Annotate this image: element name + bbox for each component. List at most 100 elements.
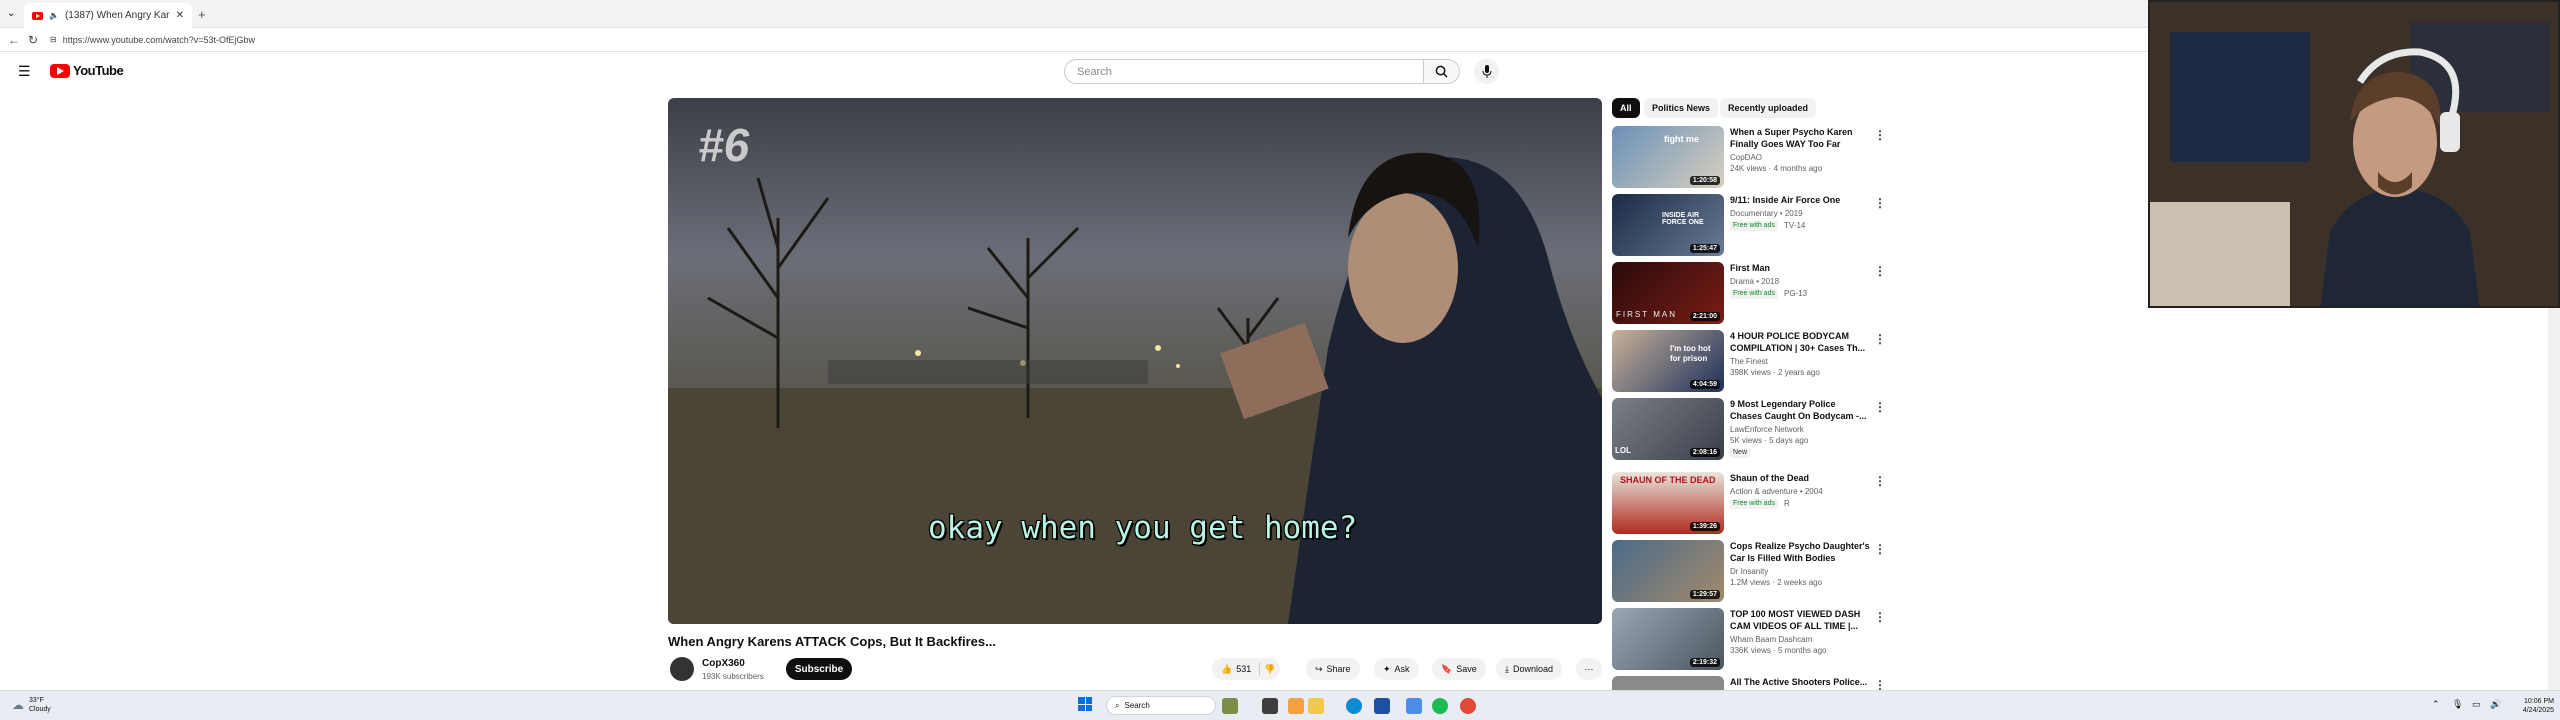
chrome-icon[interactable] bbox=[1460, 698, 1476, 714]
more-options-icon[interactable]: ⋮ bbox=[1874, 264, 1886, 278]
thumbnail-text: fight me bbox=[1664, 134, 1699, 144]
close-tab-icon[interactable]: ✕ bbox=[176, 10, 184, 21]
new-tab-icon[interactable]: + bbox=[198, 7, 206, 22]
youtube-logo[interactable]: YouTube bbox=[50, 63, 124, 78]
free-with-ads-badge: Free with ads bbox=[1730, 289, 1779, 299]
sparkle-icon: ✦ bbox=[1383, 663, 1391, 674]
video-overlay-rank: #6 bbox=[698, 119, 750, 171]
microphone-tray-icon[interactable]: 🎙 bbox=[2452, 699, 2463, 710]
address-bar-row: ← ↻ ⊟ https://www.youtube.com/watch?v=53… bbox=[0, 28, 2148, 52]
search-icon bbox=[1435, 65, 1448, 78]
browser-tab[interactable]: 🔈 (1387) When Angry Karens A ✕ bbox=[24, 3, 192, 28]
video-thumbnail[interactable]: I'm too hot for prison 4:04:59 bbox=[1612, 330, 1724, 392]
clock-date: 4/24/2025 bbox=[2522, 707, 2554, 714]
page-scrollbar[interactable] bbox=[2548, 308, 2560, 700]
network-icon[interactable]: ▭ bbox=[2472, 699, 2481, 710]
more-options-icon[interactable]: ⋮ bbox=[1874, 474, 1886, 488]
recommendation-item[interactable]: 1:29:57 Cops Realize Psycho Daughter's C… bbox=[1612, 540, 1886, 604]
video-thumbnail[interactable]: INSIDE AIR FORCE ONE 1:25:47 bbox=[1612, 194, 1724, 256]
recommendation-item[interactable]: FIRST MAN 2:21:00 First Man Drama • 2018… bbox=[1612, 262, 1886, 326]
store-app-icon[interactable] bbox=[1374, 698, 1390, 714]
site-info-icon[interactable]: ⊟ bbox=[50, 35, 57, 44]
chip-all[interactable]: All bbox=[1612, 98, 1640, 118]
thumbs-down-icon[interactable]: 👎 bbox=[1264, 664, 1275, 675]
save-label: Save bbox=[1456, 664, 1477, 674]
duration-badge: 1:20:58 bbox=[1689, 176, 1720, 185]
video-thumbnail[interactable]: LOL 2:08:16 bbox=[1612, 398, 1724, 460]
search-input[interactable]: Search bbox=[1064, 59, 1424, 84]
more-options-icon[interactable]: ⋮ bbox=[1874, 400, 1886, 414]
recommendation-item[interactable]: 2:19:32 TOP 100 MOST VIEWED DASH CAM VID… bbox=[1612, 608, 1886, 672]
save-button[interactable]: 🔖 Save bbox=[1432, 658, 1486, 680]
recommendation-item[interactable]: I'm too hot for prison 4:04:59 4 HOUR PO… bbox=[1612, 330, 1886, 394]
youtube-logo-text: YouTube bbox=[73, 63, 124, 78]
speaker-icon[interactable]: 🔈 bbox=[49, 11, 59, 20]
recommendation-meta: 398K views · 2 years ago bbox=[1730, 368, 1820, 377]
spotify-icon[interactable] bbox=[1432, 698, 1448, 714]
recommendation-item[interactable]: fight me 1:20:58 When a Super Psycho Kar… bbox=[1612, 126, 1886, 190]
share-button[interactable]: ↪ Share bbox=[1306, 658, 1360, 680]
edge-browser-icon[interactable] bbox=[1346, 698, 1362, 714]
more-options-icon[interactable]: ⋮ bbox=[1874, 196, 1886, 210]
ask-button[interactable]: ✦ Ask bbox=[1374, 658, 1419, 680]
recommendation-meta: 24K views · 4 months ago bbox=[1730, 164, 1823, 173]
photos-app-icon[interactable] bbox=[1288, 698, 1304, 714]
duration-badge: 2:19:32 bbox=[1689, 658, 1720, 667]
more-options-icon[interactable]: ⋮ bbox=[1874, 332, 1886, 346]
thumbnail-text: SHAUN OF THE DEAD bbox=[1620, 475, 1716, 485]
menu-icon[interactable]: ☰ bbox=[18, 63, 31, 80]
recommendation-item[interactable]: INSIDE AIR FORCE ONE 1:25:47 9/11: Insid… bbox=[1612, 194, 1886, 258]
subscribe-button[interactable]: Subscribe bbox=[786, 658, 852, 680]
video-thumbnail[interactable]: 2:19:32 bbox=[1612, 608, 1724, 670]
more-options-icon[interactable]: ⋮ bbox=[1874, 678, 1882, 690]
video-thumbnail[interactable]: FIRST MAN 2:21:00 bbox=[1612, 262, 1724, 324]
search-button[interactable] bbox=[1424, 59, 1460, 84]
thumbs-up-icon: 👍 bbox=[1221, 663, 1233, 674]
recommendation-title: When a Super Psycho Karen Finally Goes W… bbox=[1730, 127, 1853, 149]
task-view-icon[interactable] bbox=[1262, 698, 1278, 714]
ask-label: Ask bbox=[1394, 664, 1410, 674]
chip-politics-news[interactable]: Politics News bbox=[1644, 98, 1719, 118]
video-thumbnail[interactable] bbox=[1612, 676, 1724, 690]
video-player[interactable]: #6 okay when you get home? bbox=[668, 98, 1602, 624]
more-options-icon[interactable]: ⋮ bbox=[1874, 128, 1886, 142]
volume-icon[interactable]: 🔊 bbox=[2490, 699, 2501, 710]
video-thumbnail[interactable]: 1:29:57 bbox=[1612, 540, 1724, 602]
file-explorer-icon[interactable] bbox=[1308, 698, 1324, 714]
download-button[interactable]: ⤓ Download bbox=[1496, 658, 1563, 680]
video-thumbnail[interactable]: SHAUN OF THE DEAD 1:39:26 bbox=[1612, 472, 1724, 534]
windows-start-icon[interactable] bbox=[1078, 697, 1092, 711]
reload-icon[interactable]: ↻ bbox=[28, 33, 38, 47]
channel-name[interactable]: CopX360 bbox=[702, 658, 745, 669]
more-options-icon[interactable]: ⋮ bbox=[1874, 542, 1886, 556]
recommendation-meta: 5K views · 5 days ago bbox=[1730, 436, 1809, 445]
recommendation-channel: LawEnforce Network bbox=[1730, 425, 1804, 434]
recommendation-title: All The Active Shooters Police... bbox=[1730, 677, 1868, 687]
like-button[interactable]: 👍 531 👎 bbox=[1212, 658, 1280, 680]
taskbar-search[interactable]: ⌕ Search bbox=[1106, 696, 1216, 715]
clock[interactable]: 10:06 PM 4/24/2025 bbox=[2510, 697, 2554, 715]
recommendation-item[interactable]: LOL 2:08:16 9 Most Legendary Police Chas… bbox=[1612, 398, 1886, 462]
copilot-icon[interactable] bbox=[1406, 698, 1422, 714]
video-thumbnail[interactable]: fight me 1:20:58 bbox=[1612, 126, 1724, 188]
weather-temp: 33°F bbox=[29, 697, 44, 704]
back-icon[interactable]: ← bbox=[8, 33, 20, 47]
free-with-ads-badge: Free with ads bbox=[1730, 221, 1779, 231]
recommendation-meta: 336K views · 5 months ago bbox=[1730, 646, 1827, 655]
url-field[interactable]: https://www.youtube.com/watch?v=53t-OfEj… bbox=[63, 35, 255, 45]
tray-overflow-icon[interactable]: ⌃ bbox=[2432, 699, 2440, 710]
bookmark-icon: 🔖 bbox=[1441, 663, 1453, 674]
recommendation-channel: Action & adventure • 2004 bbox=[1730, 487, 1823, 496]
channel-avatar[interactable] bbox=[670, 657, 694, 681]
chip-recently-uploaded[interactable]: Recently uploaded bbox=[1720, 98, 1817, 118]
recommendation-item[interactable]: All The Active Shooters Police... ⋮ bbox=[1612, 676, 1882, 690]
recommendation-item[interactable]: SHAUN OF THE DEAD 1:39:26 Shaun of the D… bbox=[1612, 472, 1886, 536]
recommendation-meta: 1.2M views · 2 weeks ago bbox=[1730, 578, 1823, 587]
search-highlight-icon[interactable] bbox=[1222, 698, 1238, 714]
more-actions-button[interactable]: ⋯ bbox=[1576, 658, 1602, 680]
tab-list-icon[interactable]: ⌄ bbox=[7, 8, 15, 19]
more-options-icon[interactable]: ⋮ bbox=[1874, 610, 1886, 624]
recommendation-title: 9/11: Inside Air Force One bbox=[1730, 195, 1841, 205]
weather-widget[interactable]: ☁ 33°F Cloudy bbox=[12, 696, 51, 714]
voice-search-button[interactable] bbox=[1474, 59, 1499, 84]
